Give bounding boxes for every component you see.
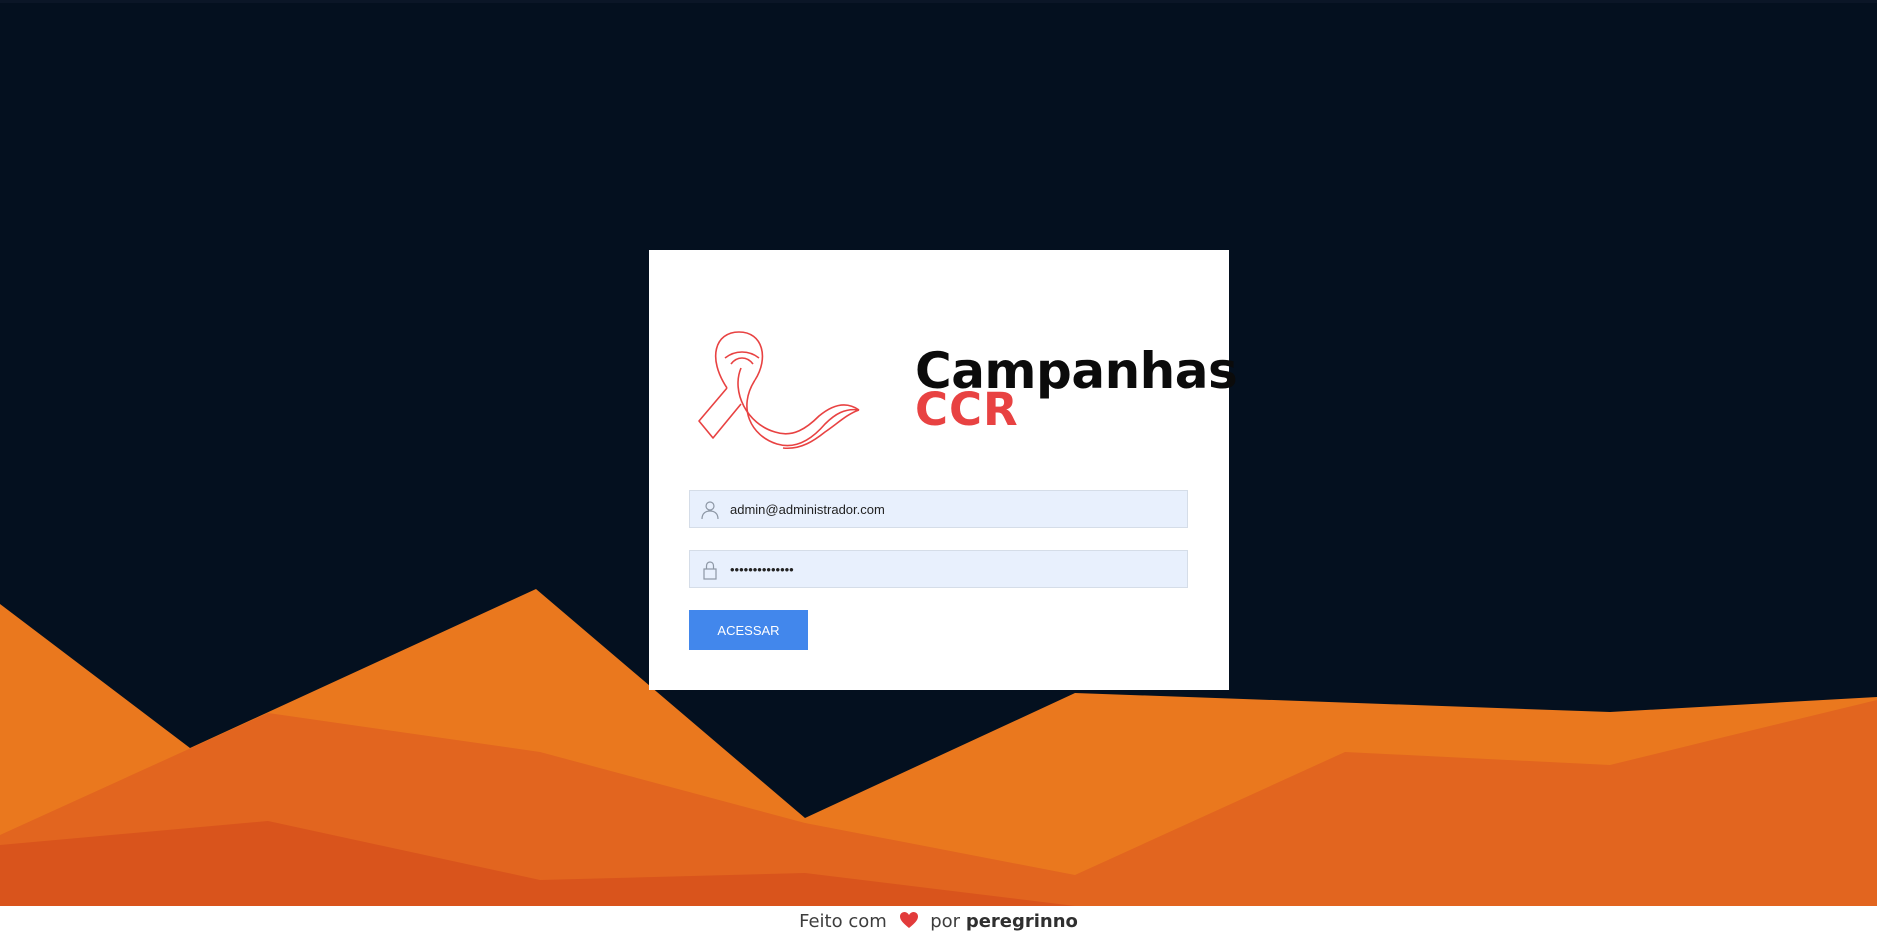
login-card: Campanhas CCR ACESSAR <box>649 250 1238 690</box>
footer-prefix: Feito com <box>799 911 887 932</box>
email-field[interactable] <box>689 490 1188 528</box>
lock-icon <box>703 561 717 580</box>
password-input[interactable] <box>730 551 1180 587</box>
footer: Feito com por peregrinno <box>0 906 1877 934</box>
user-icon <box>701 501 719 520</box>
awareness-ribbon-icon <box>698 331 860 450</box>
footer-author: peregrinno <box>965 911 1078 932</box>
password-field[interactable] <box>689 550 1188 588</box>
login-submit-button[interactable]: ACESSAR <box>689 610 808 650</box>
heart-icon <box>899 912 918 928</box>
login-page: Campanhas CCR ACESSAR Feito com por pere… <box>0 0 1877 934</box>
brand-logo: Campanhas CCR <box>697 328 1238 463</box>
email-input[interactable] <box>730 491 1180 527</box>
footer-middle: por <box>930 911 961 932</box>
brand-subtitle: CCR <box>915 383 1019 436</box>
